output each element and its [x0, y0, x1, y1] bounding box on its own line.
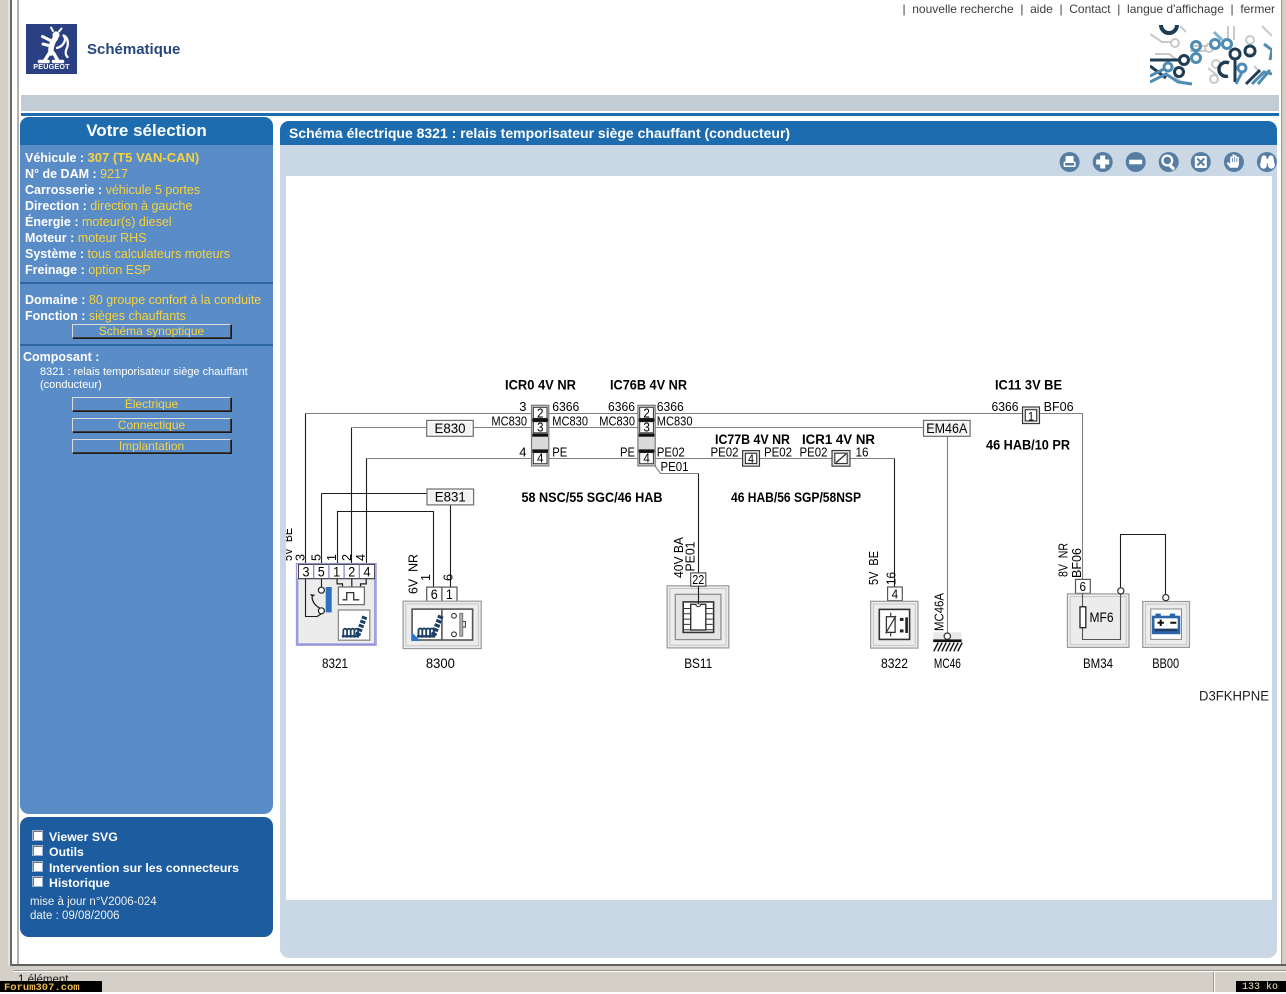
- svg-text:6: 6: [1080, 579, 1087, 594]
- svg-text:6: 6: [442, 574, 456, 581]
- svg-text:1: 1: [419, 574, 433, 581]
- svg-text:BF06: BF06: [1070, 548, 1084, 578]
- svg-text:8300: 8300: [426, 655, 455, 671]
- svg-text:D3FKHPNE: D3FKHPNE: [1199, 688, 1269, 704]
- svg-text:4: 4: [643, 452, 650, 466]
- svg-text:6366: 6366: [992, 399, 1019, 414]
- svg-text:1: 1: [446, 587, 453, 602]
- svg-text:6366: 6366: [657, 399, 684, 414]
- svg-text:58 NSC/55 SGC/46 HAB: 58 NSC/55 SGC/46 HAB: [522, 490, 663, 505]
- svg-text:1: 1: [325, 554, 339, 561]
- svg-text:4: 4: [748, 452, 754, 466]
- svg-text:BF06: BF06: [1044, 399, 1074, 414]
- svg-text:IC77B 4V NR: IC77B 4V NR: [715, 432, 790, 447]
- svg-text:EM46A: EM46A: [926, 421, 967, 436]
- svg-text:MC46: MC46: [934, 655, 961, 671]
- svg-text:E831: E831: [435, 490, 466, 505]
- svg-text:BM34: BM34: [1083, 655, 1113, 671]
- svg-text:3: 3: [303, 565, 310, 580]
- svg-text:MC46A: MC46A: [933, 592, 947, 631]
- svg-text:BB00: BB00: [1152, 655, 1179, 671]
- svg-text:6: 6: [431, 587, 438, 602]
- svg-text:4: 4: [519, 444, 526, 459]
- svg-text:6V NR: 6V NR: [407, 554, 421, 594]
- svg-text:4: 4: [354, 554, 368, 561]
- svg-text:PEUGEOT: PEUGEOT: [33, 62, 70, 71]
- svg-text:22: 22: [692, 573, 704, 587]
- svg-text:PE: PE: [552, 444, 567, 459]
- svg-text:MC830: MC830: [657, 414, 693, 429]
- svg-text:BS11: BS11: [684, 655, 712, 671]
- svg-text:E830: E830: [435, 421, 466, 436]
- svg-text:6366: 6366: [552, 399, 579, 414]
- svg-text:1: 1: [1028, 409, 1034, 423]
- svg-text:6366: 6366: [608, 399, 635, 414]
- svg-text:4: 4: [537, 452, 544, 466]
- svg-text:8V NR: 8V NR: [1057, 543, 1071, 577]
- svg-text:3: 3: [294, 554, 308, 561]
- svg-text:4: 4: [892, 587, 899, 602]
- svg-text:3: 3: [519, 399, 526, 414]
- svg-text:46 HAB/56 SGP/58NSP: 46 HAB/56 SGP/58NSP: [731, 490, 861, 505]
- svg-text:46 HAB/10 PR: 46 HAB/10 PR: [986, 438, 1070, 453]
- svg-text:5: 5: [318, 565, 325, 580]
- svg-text:4: 4: [364, 565, 371, 580]
- svg-text:3: 3: [643, 421, 650, 435]
- svg-text:MF6: MF6: [1090, 610, 1114, 625]
- svg-text:2: 2: [340, 554, 354, 561]
- svg-text:2: 2: [643, 406, 650, 420]
- svg-text:ICR1 4V NR: ICR1 4V NR: [802, 432, 875, 447]
- svg-text:8322: 8322: [881, 655, 908, 671]
- svg-text:ICR0 4V NR: ICR0 4V NR: [505, 378, 576, 393]
- svg-text:1: 1: [333, 565, 340, 580]
- svg-text:MC830: MC830: [599, 414, 635, 429]
- svg-text:IC11 3V BE: IC11 3V BE: [995, 378, 1062, 393]
- svg-text:2: 2: [348, 565, 355, 580]
- svg-text:5V BE: 5V BE: [867, 551, 881, 585]
- svg-text:PE: PE: [620, 444, 635, 459]
- svg-text:8321: 8321: [322, 655, 348, 671]
- svg-text:PE01: PE01: [684, 541, 698, 571]
- svg-text:PE02: PE02: [657, 444, 685, 459]
- svg-text:MC830: MC830: [552, 414, 588, 429]
- svg-text:IC76B 4V NR: IC76B 4V NR: [610, 378, 687, 393]
- svg-text:5: 5: [309, 554, 323, 561]
- svg-text:16: 16: [885, 572, 899, 585]
- svg-text:2: 2: [537, 406, 544, 420]
- svg-text:PE01: PE01: [661, 459, 689, 474]
- svg-text:MC830: MC830: [491, 414, 527, 429]
- svg-text:3: 3: [537, 421, 544, 435]
